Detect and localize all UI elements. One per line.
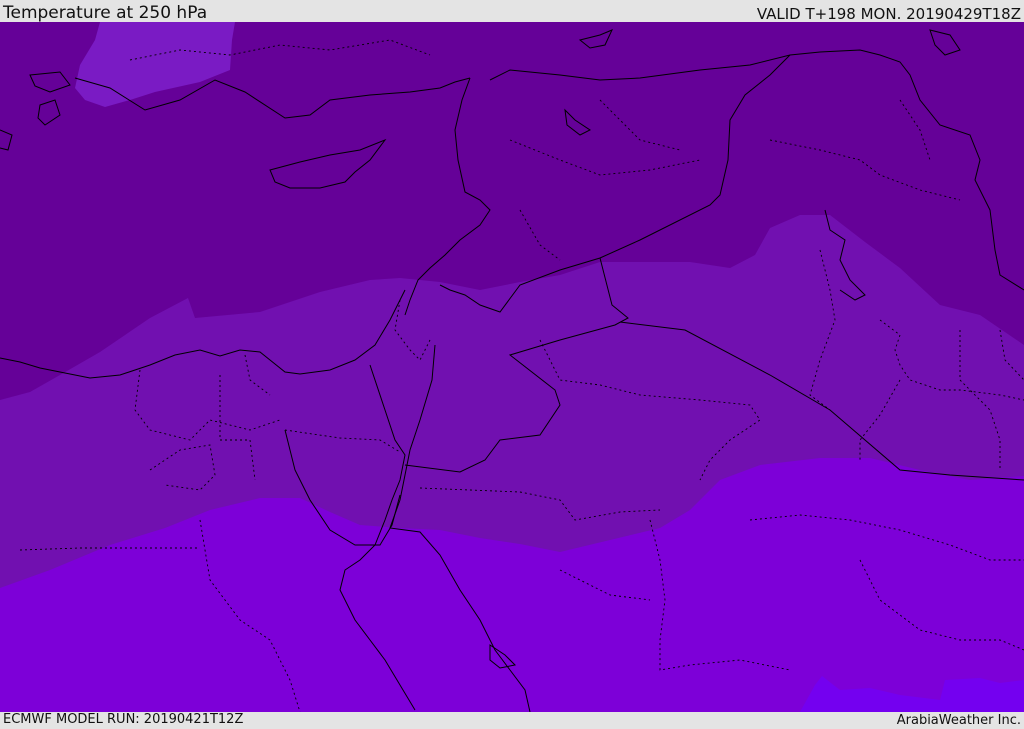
model-run: ECMWF MODEL RUN: 20190421T12Z xyxy=(3,712,244,727)
map-title: Temperature at 250 hPa xyxy=(3,3,208,23)
credit: ArabiaWeather Inc. xyxy=(896,713,1021,728)
header-bar: Temperature at 250 hPa VALID T+198 MON. … xyxy=(0,0,1024,23)
footer-bar: ECMWF MODEL RUN: 20190421T12Z ArabiaWeat… xyxy=(0,712,1024,729)
temperature-map[interactable] xyxy=(0,22,1024,712)
valid-time: VALID T+198 MON. 20190429T18Z xyxy=(756,5,1021,23)
map-canvas xyxy=(0,22,1024,712)
